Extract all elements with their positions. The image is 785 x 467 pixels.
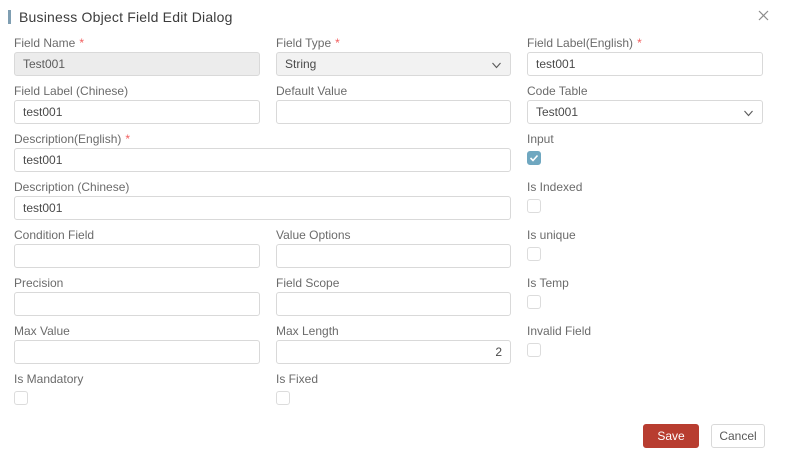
field-group-precision: Precision: [14, 275, 260, 316]
max-length-label: Max Length: [276, 324, 339, 338]
field-group-field-scope: Field Scope: [276, 275, 511, 316]
description-chinese-input[interactable]: [14, 196, 511, 220]
cancel-button[interactable]: Cancel: [711, 424, 765, 448]
is-indexed-checkbox[interactable]: [527, 199, 541, 213]
close-icon: [758, 10, 768, 20]
page-title: Business Object Field Edit Dialog: [19, 9, 233, 25]
condition-field-label: Condition Field: [14, 228, 95, 242]
field-scope-input[interactable]: [276, 292, 511, 316]
field-label-english-label: Field Label(English) *: [527, 36, 642, 50]
field-group-field-label-chinese: Field Label (Chinese): [14, 83, 260, 124]
chevron-down-icon: [744, 110, 753, 117]
invalid-field-checkbox[interactable]: [527, 343, 541, 357]
close-button[interactable]: [755, 7, 771, 23]
field-group-code-table: Code Table Test001: [527, 83, 763, 124]
max-value-label: Max Value: [14, 324, 70, 338]
is-unique-checkbox[interactable]: [527, 247, 541, 261]
dialog-header: Business Object Field Edit Dialog: [0, 0, 785, 25]
required-asterisk: *: [79, 36, 85, 50]
code-table-select[interactable]: Test001: [527, 100, 763, 124]
field-group-invalid-field: Invalid Field: [527, 323, 763, 364]
field-scope-label: Field Scope: [276, 276, 340, 290]
field-group-is-mandatory: Is Mandatory: [14, 371, 260, 405]
field-group-field-type: Field Type * String: [276, 35, 511, 76]
field-type-label: Field Type *: [276, 36, 340, 50]
field-group-is-unique: Is unique: [527, 227, 763, 268]
save-button[interactable]: Save: [643, 424, 699, 448]
required-asterisk: *: [125, 132, 131, 146]
description-english-label: Description(English) *: [14, 132, 131, 146]
field-group-description-chinese: Description (Chinese): [14, 179, 511, 220]
field-group-field-name: Field Name *: [14, 35, 260, 76]
is-mandatory-label: Is Mandatory: [14, 372, 84, 386]
required-asterisk: *: [335, 36, 340, 50]
is-mandatory-checkbox[interactable]: [14, 391, 28, 405]
field-label-chinese-input[interactable]: [14, 100, 260, 124]
description-english-input[interactable]: [14, 148, 511, 172]
field-label-chinese-label: Field Label (Chinese): [14, 84, 129, 98]
is-unique-label: Is unique: [527, 228, 576, 242]
field-group-input: Input: [527, 131, 763, 172]
is-temp-checkbox[interactable]: [527, 295, 541, 309]
is-fixed-checkbox[interactable]: [276, 391, 290, 405]
field-group-is-indexed: Is Indexed: [527, 179, 763, 220]
value-options-label: Value Options: [276, 228, 351, 242]
field-group-condition-field: Condition Field: [14, 227, 260, 268]
max-value-input[interactable]: [14, 340, 260, 364]
precision-input[interactable]: [14, 292, 260, 316]
field-label-english-input[interactable]: [527, 52, 763, 76]
precision-label: Precision: [14, 276, 64, 290]
field-group-default-value: Default Value: [276, 83, 511, 124]
field-group-value-options: Value Options: [276, 227, 511, 268]
field-name-input[interactable]: [14, 52, 260, 76]
required-asterisk: *: [637, 36, 642, 50]
code-table-selected-value: Test001: [536, 105, 579, 119]
field-group-is-temp: Is Temp: [527, 275, 763, 316]
field-type-selected-value: String: [285, 57, 317, 71]
empty-cell: [527, 371, 763, 405]
field-edit-form: Field Name* Field Type* String Field Lab…: [14, 35, 763, 405]
invalid-field-label: Invalid Field: [527, 324, 592, 338]
input-checkbox[interactable]: [527, 151, 541, 165]
description-chinese-label: Description (Chinese): [14, 180, 130, 194]
check-icon: [529, 154, 539, 162]
input-label: Input: [527, 132, 554, 146]
is-temp-label: Is Temp: [527, 276, 569, 290]
field-group-description-english: Description(English) *: [14, 131, 511, 172]
code-table-label: Code Table: [527, 84, 588, 98]
default-value-label: Default Value: [276, 84, 348, 98]
field-group-max-length: Max Length: [276, 323, 511, 364]
value-options-input[interactable]: [276, 244, 511, 268]
field-name-label: Field Name *: [14, 36, 85, 50]
field-group-is-fixed: Is Fixed: [276, 371, 511, 405]
field-type-select[interactable]: String: [276, 52, 511, 76]
condition-field-input[interactable]: [14, 244, 260, 268]
is-fixed-label: Is Fixed: [276, 372, 319, 386]
dialog-footer: Save Cancel: [643, 424, 765, 448]
field-group-field-label-english: Field Label(English) *: [527, 35, 763, 76]
is-indexed-label: Is Indexed: [527, 180, 583, 194]
chevron-down-icon: [492, 62, 501, 69]
max-length-input[interactable]: [276, 340, 511, 364]
title-accent-bar: [8, 10, 11, 24]
field-group-max-value: Max Value: [14, 323, 260, 364]
default-value-input[interactable]: [276, 100, 511, 124]
